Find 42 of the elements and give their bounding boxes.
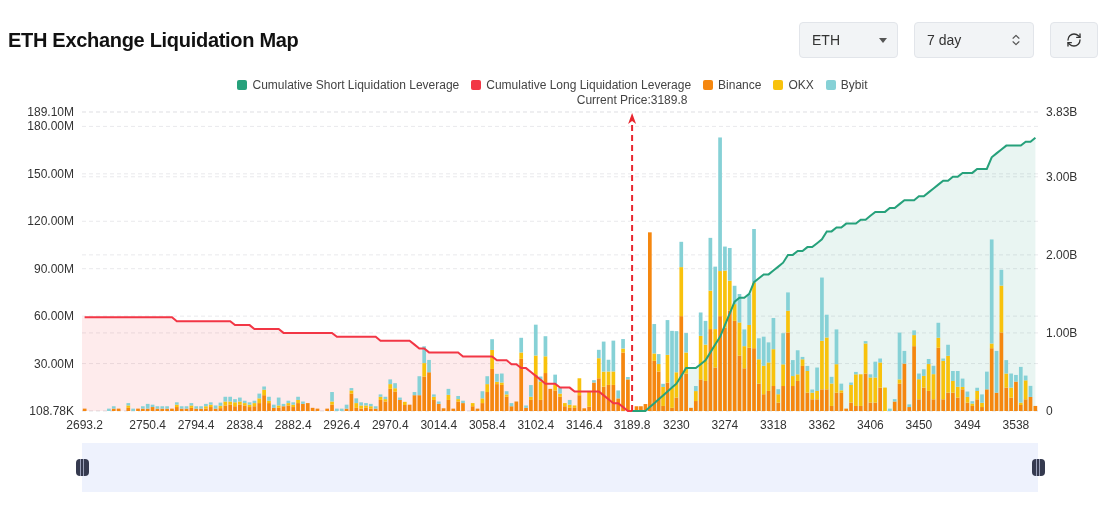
axis-label: 2926.4 [323,418,361,432]
legend-label[interactable]: Binance [718,78,762,92]
axis-label: 0 [1046,404,1053,418]
axis-label: 3189.8 [613,418,651,432]
axis-label: 3.00B [1046,169,1078,184]
axis-label: 2794.4 [177,418,215,432]
axis-label: 2970.4 [371,418,409,432]
axis-label: 3406 [857,418,884,432]
axis-label: 3058.4 [468,418,506,432]
axis-label: 30.00M [33,356,74,371]
axis-label: 3230 [663,418,690,432]
legend-label[interactable]: Bybit [840,78,868,92]
axis-label: 2693.2 [66,418,103,432]
axis-label: 108.78K [29,403,74,418]
period-select[interactable]: 7 day [914,22,1034,58]
axis-label: 3362 [808,418,836,432]
axis-label: 3146.4 [565,418,603,432]
axis-label: 2882.4 [274,418,312,432]
current-price-label: Current Price:3189.8 [576,93,688,107]
axis-label: 3014.4 [420,418,458,432]
axis-label: 150.00M [27,166,74,181]
legend-label[interactable]: Cumulative Long Liquidation Leverage [486,78,692,92]
axis-label: 90.00M [33,261,74,276]
axis-label: 2838.4 [226,418,264,432]
axis-label: 3494 [954,418,981,432]
axis-label: 3450 [905,418,933,432]
axis-label: 60.00M [33,309,74,324]
axis-label: 120.00M [27,214,74,229]
axis-label: 2.00B [1046,247,1078,262]
axis-label: 3102.4 [517,418,555,432]
legend-label[interactable]: OKX [788,78,814,92]
axis-label: 3274 [711,418,739,432]
axis-label: 3538 [1002,418,1030,432]
axis-label: 1.00B [1046,325,1078,340]
axis-label: 189.10M [27,105,74,119]
asset-select[interactable]: ETH [799,22,898,58]
axis-label: 3318 [760,418,787,432]
axis-label: 180.00M [27,119,74,134]
legend-label[interactable]: Cumulative Short Liquidation Leverage [252,78,460,92]
axis-label: 2750.4 [129,418,167,432]
axis-label: 3.83B [1046,105,1078,119]
page-title: ETH Exchange Liquidation Map [8,28,300,52]
